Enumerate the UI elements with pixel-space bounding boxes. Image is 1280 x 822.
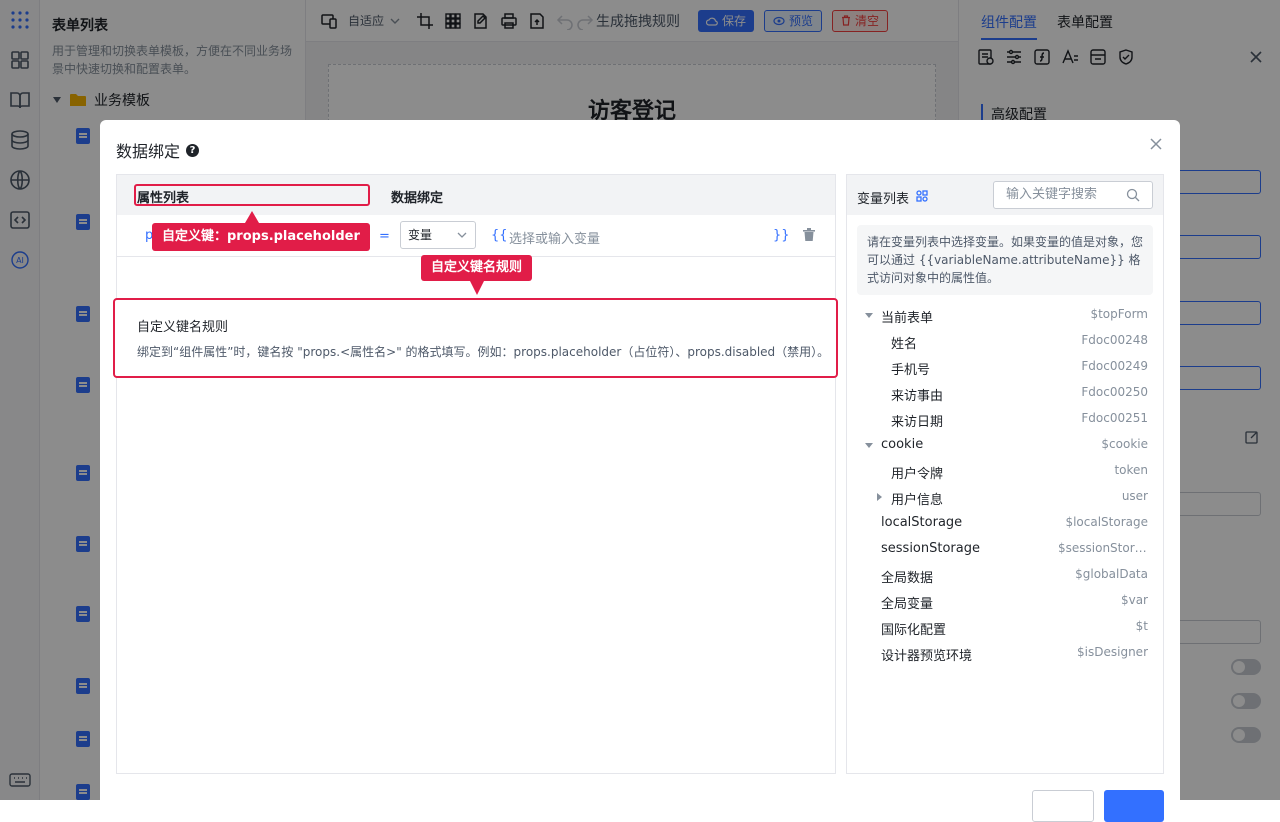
tree-node-label: cookie xyxy=(881,437,924,452)
tree-node-field[interactable]: 手机号 Fdoc00249 xyxy=(847,354,1163,380)
tree-node-local-storage[interactable]: localStorage $localStorage xyxy=(847,510,1163,536)
tree-node-label: 用户令牌 xyxy=(891,467,944,482)
tree-node-value: Fdoc00249 xyxy=(1081,359,1148,373)
tree-node-cookie[interactable]: cookie $cookie xyxy=(847,432,1163,458)
variable-list-panel: 变量列表 请在变量列表中选择变量。如果变量的值是对象，您可以通过 {{varia… xyxy=(846,174,1164,774)
variable-usage-note: 请在变量列表中选择变量。如果变量的值是对象，您可以通过 {{variableNa… xyxy=(857,225,1153,295)
variable-list-header: 变量列表 xyxy=(847,175,1163,215)
tree-node-label: 手机号 xyxy=(891,363,931,378)
naming-rule-tooltip: 自定义键名规则 xyxy=(421,255,533,295)
help-icon[interactable]: ? xyxy=(186,143,200,157)
caret-down-icon xyxy=(865,443,873,448)
tree-node-global-data[interactable]: 全局数据 $globalData xyxy=(847,562,1163,588)
data-binding-dialog: 数据绑定 ? 属性列表 数据绑定 p = 变量 {{ 选择或输入变量 }} 自定… xyxy=(100,120,1180,822)
naming-rule-description: 绑定到“组件属性”时，键名按 "props.<属性名>" 的格式填写。例如：pr… xyxy=(137,345,830,359)
naming-rule-box: 自定义键名规则 绑定到“组件属性”时，键名按 "props.<属性名>" 的格式… xyxy=(113,298,838,378)
chevron-down-icon xyxy=(457,232,467,238)
tree-node-value: Fdoc00248 xyxy=(1081,333,1148,347)
tree-node-value: $var xyxy=(1120,593,1148,607)
tree-node-label: sessionStorage xyxy=(881,541,980,556)
tree-node-session-storage[interactable]: sessionStorage $sessionStorage xyxy=(847,536,1163,562)
tree-node-field[interactable]: 来访日期 Fdoc00251 xyxy=(847,406,1163,432)
binding-type-select[interactable]: 变量 xyxy=(400,221,476,249)
variable-search-input[interactable] xyxy=(1006,187,1124,202)
variable-list-title: 变量列表 xyxy=(857,192,910,207)
tree-node-field[interactable]: 用户令牌 token xyxy=(847,458,1163,484)
tree-node-field[interactable]: 来访事由 Fdoc00250 xyxy=(847,380,1163,406)
variable-search-box[interactable] xyxy=(993,181,1153,209)
tree-node-value: $sessionStorage xyxy=(1058,541,1148,555)
tree-node-label: 全局变量 xyxy=(881,597,934,612)
tree-node-label: 全局数据 xyxy=(881,571,934,586)
tree-node-label: 来访事由 xyxy=(891,389,944,404)
tree-node-field[interactable]: 姓名 Fdoc00248 xyxy=(847,328,1163,354)
tree-node-value: user xyxy=(1121,489,1148,503)
custom-key-tooltip: 自定义键：props.placeholder xyxy=(152,211,370,251)
caret-down-icon xyxy=(865,313,873,318)
tree-node-user-info[interactable]: 用户信息 user xyxy=(847,484,1163,510)
tree-node-value: token xyxy=(1114,463,1148,477)
tree-node-current-form[interactable]: 当前表单 $topForm xyxy=(847,302,1163,328)
tree-node-label: 当前表单 xyxy=(881,311,934,326)
caret-right-icon xyxy=(877,493,882,501)
binding-type-value: 变量 xyxy=(408,228,433,242)
tree-node-value: $isDesigner xyxy=(1077,645,1148,659)
column-data-binding: 数据绑定 xyxy=(391,191,444,206)
cancel-button[interactable] xyxy=(1032,790,1094,822)
tree-node-label: 国际化配置 xyxy=(881,623,947,638)
tree-node-value: $globalData xyxy=(1075,567,1148,581)
tree-node-value: $cookie xyxy=(1101,437,1148,451)
delete-row-icon[interactable] xyxy=(802,227,816,243)
confirm-button[interactable] xyxy=(1104,790,1164,822)
search-icon xyxy=(1126,188,1140,202)
tree-node-label: 来访日期 xyxy=(891,415,944,430)
equals-sign: = xyxy=(379,229,390,244)
variable-link-icon[interactable] xyxy=(915,189,929,203)
tree-node-value: $localStorage xyxy=(1065,515,1148,529)
brace-open: {{ xyxy=(491,228,508,243)
tree-node-i18n[interactable]: 国际化配置 $t xyxy=(847,614,1163,640)
variable-input[interactable]: 选择或输入变量 xyxy=(509,228,600,247)
tree-node-value: $topForm xyxy=(1090,307,1148,321)
tree-node-global-var[interactable]: 全局变量 $var xyxy=(847,588,1163,614)
tree-node-value: $t xyxy=(1135,619,1148,633)
naming-rule-title: 自定义键名规则 xyxy=(137,320,229,335)
brace-close: }} xyxy=(773,228,790,243)
attribute-list-highlight xyxy=(134,184,370,206)
close-icon[interactable] xyxy=(1146,134,1166,154)
tree-node-value: Fdoc00251 xyxy=(1081,411,1148,425)
tree-node-is-designer[interactable]: 设计器预览环境 $isDesigner xyxy=(847,640,1163,666)
tree-node-label: localStorage xyxy=(881,515,963,530)
dialog-title: 数据绑定 xyxy=(116,142,181,161)
tree-node-value: Fdoc00250 xyxy=(1081,385,1148,399)
tree-node-label: 用户信息 xyxy=(891,493,944,508)
tree-node-label: 姓名 xyxy=(891,337,918,352)
dialog-header: 数据绑定 ? xyxy=(116,138,200,162)
tree-node-label: 设计器预览环境 xyxy=(881,649,973,664)
